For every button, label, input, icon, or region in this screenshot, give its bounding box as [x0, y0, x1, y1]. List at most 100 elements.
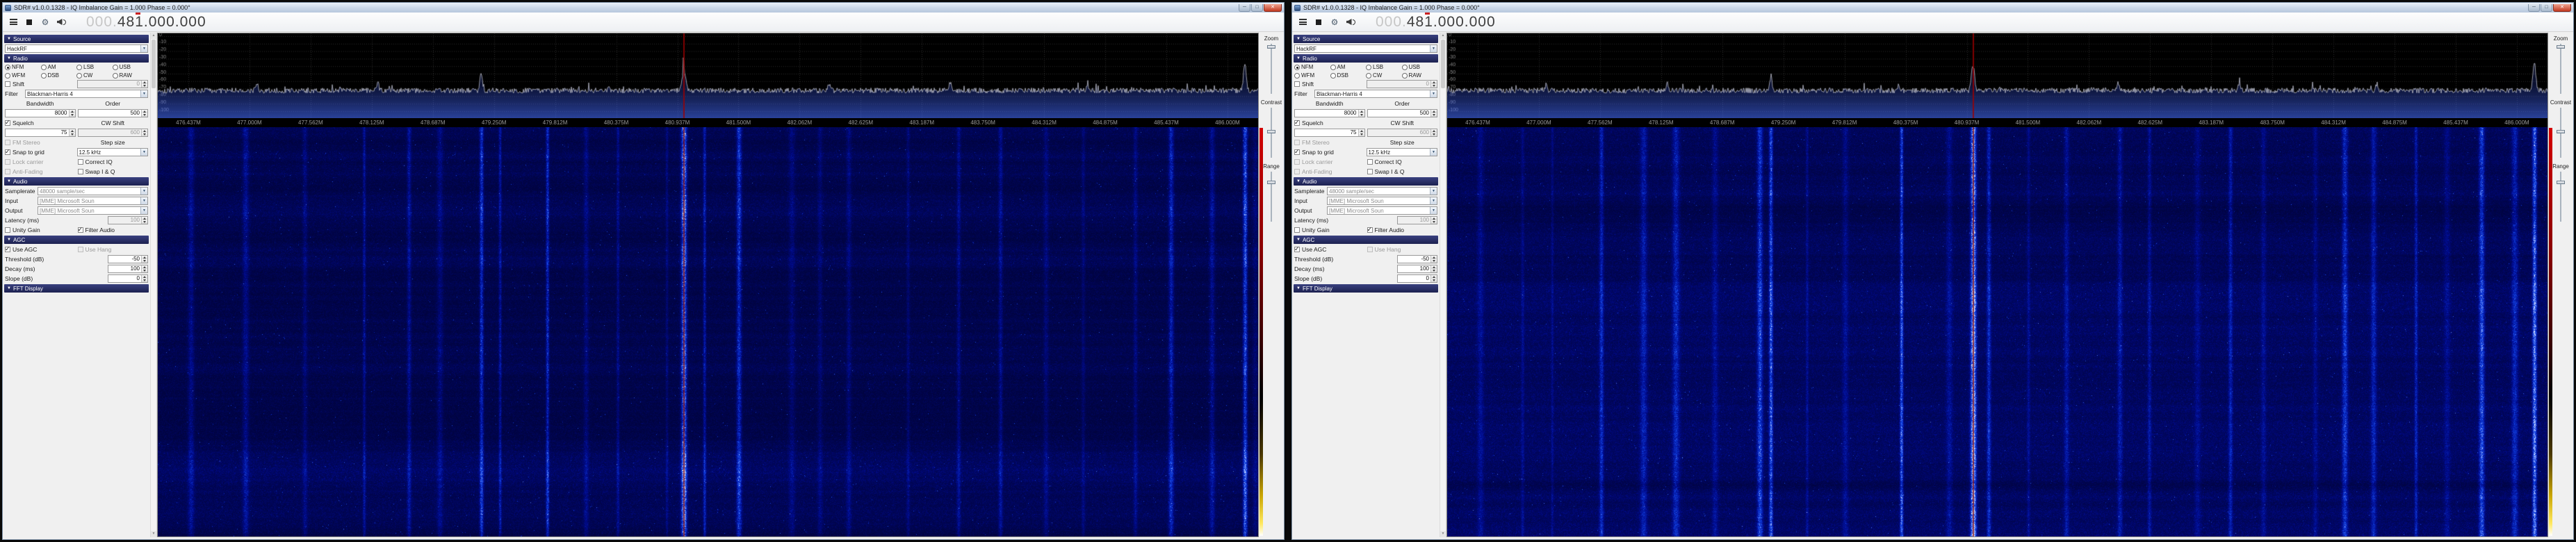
mode-raw[interactable]: RAW — [1402, 72, 1438, 79]
mode-nfm[interactable]: NFM — [1294, 64, 1330, 70]
agc-decay-input[interactable]: 100 — [1397, 265, 1437, 273]
spinner[interactable] — [1430, 256, 1437, 263]
spinner[interactable] — [141, 275, 147, 282]
menu-button[interactable] — [7, 16, 19, 28]
bandwidth-input[interactable]: 8000 — [1294, 109, 1365, 117]
frequency-display[interactable]: 000.481.000.000 — [1376, 14, 1496, 31]
stop-button[interactable] — [1312, 16, 1325, 28]
panel-header-agc[interactable]: ▼AGC — [4, 236, 149, 244]
mute-button[interactable] — [1344, 16, 1357, 28]
sidebar-scrollbar[interactable]: ▲ ▼ — [1440, 33, 1446, 537]
slider-thumb[interactable] — [2557, 45, 2565, 49]
spinner[interactable] — [1430, 275, 1437, 282]
mode-wfm[interactable]: WFM — [5, 72, 41, 79]
slider-thumb[interactable] — [1267, 130, 1275, 133]
spinner[interactable] — [1430, 110, 1437, 117]
order-input[interactable]: 500 — [1367, 109, 1438, 117]
agc-slope-input[interactable]: 0 — [1397, 274, 1437, 283]
slider-thumb[interactable] — [2557, 130, 2565, 133]
swap-iq-checkbox[interactable]: Swap I & Q — [78, 168, 149, 175]
spinner[interactable] — [69, 129, 75, 136]
step-size-select[interactable]: 12.5 kHz▼ — [77, 148, 149, 156]
panel-header-source[interactable]: ▼Source — [1294, 35, 1438, 43]
menu-button[interactable] — [1296, 16, 1309, 28]
panel-header-fft-display[interactable]: ▼FFT Display — [1294, 284, 1438, 293]
correct-iq-checkbox[interactable]: Correct IQ — [78, 158, 149, 165]
filter-audio-checkbox[interactable]: Filter Audio — [1367, 227, 1438, 233]
mode-cw[interactable]: CW — [1366, 72, 1402, 79]
contrast-slider[interactable] — [1271, 108, 1272, 158]
scroll-down-icon[interactable]: ▼ — [1440, 531, 1446, 537]
range-slider[interactable] — [2560, 172, 2561, 222]
panel-header-radio[interactable]: ▼Radio — [4, 54, 149, 63]
panel-header-fft-display[interactable]: ▼FFT Display — [4, 284, 149, 293]
slider-thumb[interactable] — [2557, 181, 2565, 184]
minimize-button[interactable]: ─ — [2528, 4, 2540, 12]
mode-lsb[interactable]: LSB — [76, 64, 113, 70]
use-agc-checkbox[interactable]: Use AGC — [5, 246, 76, 253]
unity-gain-checkbox[interactable]: Unity Gain — [1294, 227, 1365, 233]
scroll-up-icon[interactable]: ▲ — [1440, 33, 1446, 39]
slider-thumb[interactable] — [1267, 181, 1275, 184]
panel-header-audio[interactable]: ▼Audio — [4, 177, 149, 186]
swap-iq-checkbox[interactable]: Swap I & Q — [1367, 168, 1438, 175]
mode-am[interactable]: AM — [1330, 64, 1367, 70]
panel-header-source[interactable]: ▼Source — [4, 35, 149, 43]
bandwidth-input[interactable]: 8000 — [5, 109, 76, 117]
step-size-select[interactable]: 12.5 kHz▼ — [1367, 148, 1438, 156]
zoom-slider[interactable] — [1271, 44, 1272, 94]
spinner[interactable] — [1430, 265, 1437, 272]
close-button[interactable]: ✕ — [2553, 4, 2571, 12]
mode-lsb[interactable]: LSB — [1366, 64, 1402, 70]
mode-wfm[interactable]: WFM — [1294, 72, 1330, 79]
mode-dsb[interactable]: DSB — [41, 72, 77, 79]
panel-header-radio[interactable]: ▼Radio — [1294, 54, 1438, 63]
spinner[interactable] — [1358, 110, 1364, 117]
spinner[interactable] — [1358, 129, 1364, 136]
slider-thumb[interactable] — [1267, 45, 1275, 49]
spinner[interactable] — [141, 110, 147, 117]
settings-button[interactable]: ⚙ — [1328, 16, 1341, 28]
source-device-select[interactable]: HackRF▼ — [5, 44, 148, 53]
sidebar-scrollbar[interactable]: ▲ ▼ — [150, 33, 157, 537]
zoom-slider[interactable] — [2560, 44, 2561, 94]
snap-to-grid-checkbox[interactable]: Snap to grid — [5, 149, 75, 156]
titlebar[interactable]: SDR# v1.0.0.1328 - IQ Imbalance Gain = 1… — [1292, 3, 2573, 13]
snap-to-grid-checkbox[interactable]: Snap to grid — [1294, 149, 1364, 156]
source-device-select[interactable]: HackRF▼ — [1294, 44, 1437, 53]
scrollbar-thumb[interactable] — [1441, 40, 1445, 88]
scroll-up-icon[interactable]: ▲ — [151, 33, 156, 39]
scroll-down-icon[interactable]: ▼ — [151, 531, 156, 537]
order-input[interactable]: 500 — [78, 109, 149, 117]
mode-cw[interactable]: CW — [76, 72, 113, 79]
agc-decay-input[interactable]: 100 — [108, 265, 148, 273]
mute-button[interactable] — [55, 16, 67, 28]
squelch-checkbox[interactable]: Squelch — [5, 120, 76, 126]
squelch-checkbox[interactable]: Squelch — [1294, 120, 1365, 126]
minimize-button[interactable]: ─ — [1239, 4, 1250, 12]
scrollbar-thumb[interactable] — [152, 40, 156, 88]
mode-raw[interactable]: RAW — [113, 72, 149, 79]
contrast-slider[interactable] — [2560, 108, 2561, 158]
close-button[interactable]: ✕ — [1264, 4, 1282, 12]
squelch-input[interactable]: 75 — [5, 129, 76, 137]
panel-header-agc[interactable]: ▼AGC — [1294, 236, 1438, 244]
maximize-button[interactable]: □ — [1251, 4, 1263, 12]
use-agc-checkbox[interactable]: Use AGC — [1294, 246, 1365, 253]
panel-header-audio[interactable]: ▼Audio — [1294, 177, 1438, 186]
spectrum-display[interactable] — [1447, 33, 2548, 118]
maximize-button[interactable]: □ — [2541, 4, 2552, 12]
mode-dsb[interactable]: DSB — [1330, 72, 1367, 79]
mode-nfm[interactable]: NFM — [5, 64, 41, 70]
mode-usb[interactable]: USB — [1402, 64, 1438, 70]
squelch-input[interactable]: 75 — [1294, 129, 1365, 137]
range-slider[interactable] — [1271, 172, 1272, 222]
mode-usb[interactable]: USB — [113, 64, 149, 70]
titlebar[interactable]: SDR# v1.0.0.1328 - IQ Imbalance Gain = 1… — [3, 3, 1284, 13]
filter-select[interactable]: Blackman-Harris 4▼ — [25, 90, 148, 98]
unity-gain-checkbox[interactable]: Unity Gain — [5, 227, 76, 233]
waterfall-display[interactable] — [1447, 127, 2548, 536]
shift-checkbox[interactable]: Shift — [1294, 81, 1364, 88]
spinner[interactable] — [69, 110, 75, 117]
settings-button[interactable]: ⚙ — [39, 16, 51, 28]
